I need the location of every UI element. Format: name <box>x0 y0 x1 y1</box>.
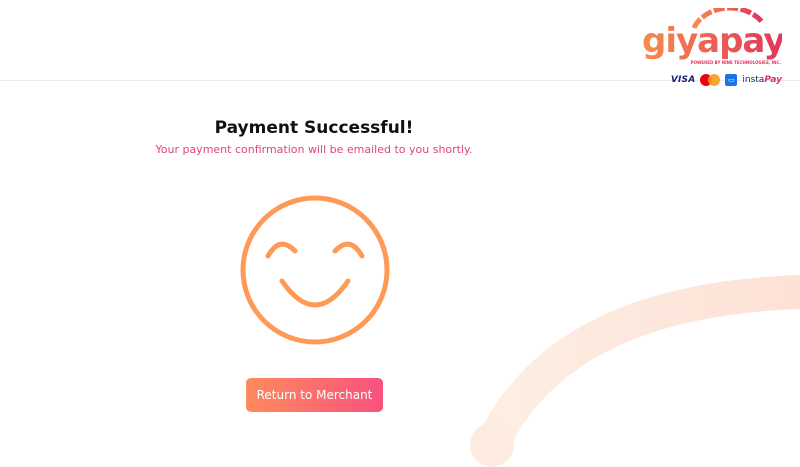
return-to-merchant-button[interactable]: Return to Merchant <box>246 378 383 412</box>
svg-text:giyapay: giyapay <box>642 21 782 61</box>
confirmation-message: Your payment confirmation will be emaile… <box>155 143 473 156</box>
smiley-face-icon <box>240 195 390 345</box>
payment-success-page: giyapay POWERED BY NINE TECHNOLOGIES, IN… <box>0 0 800 467</box>
page-title: Payment Successful! <box>214 118 414 138</box>
visa-logo: VISA <box>670 75 696 85</box>
mastercard-icon <box>700 74 721 86</box>
svg-text:POWERED BY NINE TECHNOLOGIES,: POWERED BY NINE TECHNOLOGIES, INC. <box>691 60 782 65</box>
instapay-logo: instaPay <box>742 75 782 85</box>
brand-area: giyapay POWERED BY NINE TECHNOLOGIES, IN… <box>642 8 782 88</box>
wallet-icon: ▭ <box>725 74 738 86</box>
payment-methods: VISA ▭ instaPay <box>671 72 782 88</box>
giyapay-logo: giyapay POWERED BY NINE TECHNOLOGIES, IN… <box>642 8 782 65</box>
